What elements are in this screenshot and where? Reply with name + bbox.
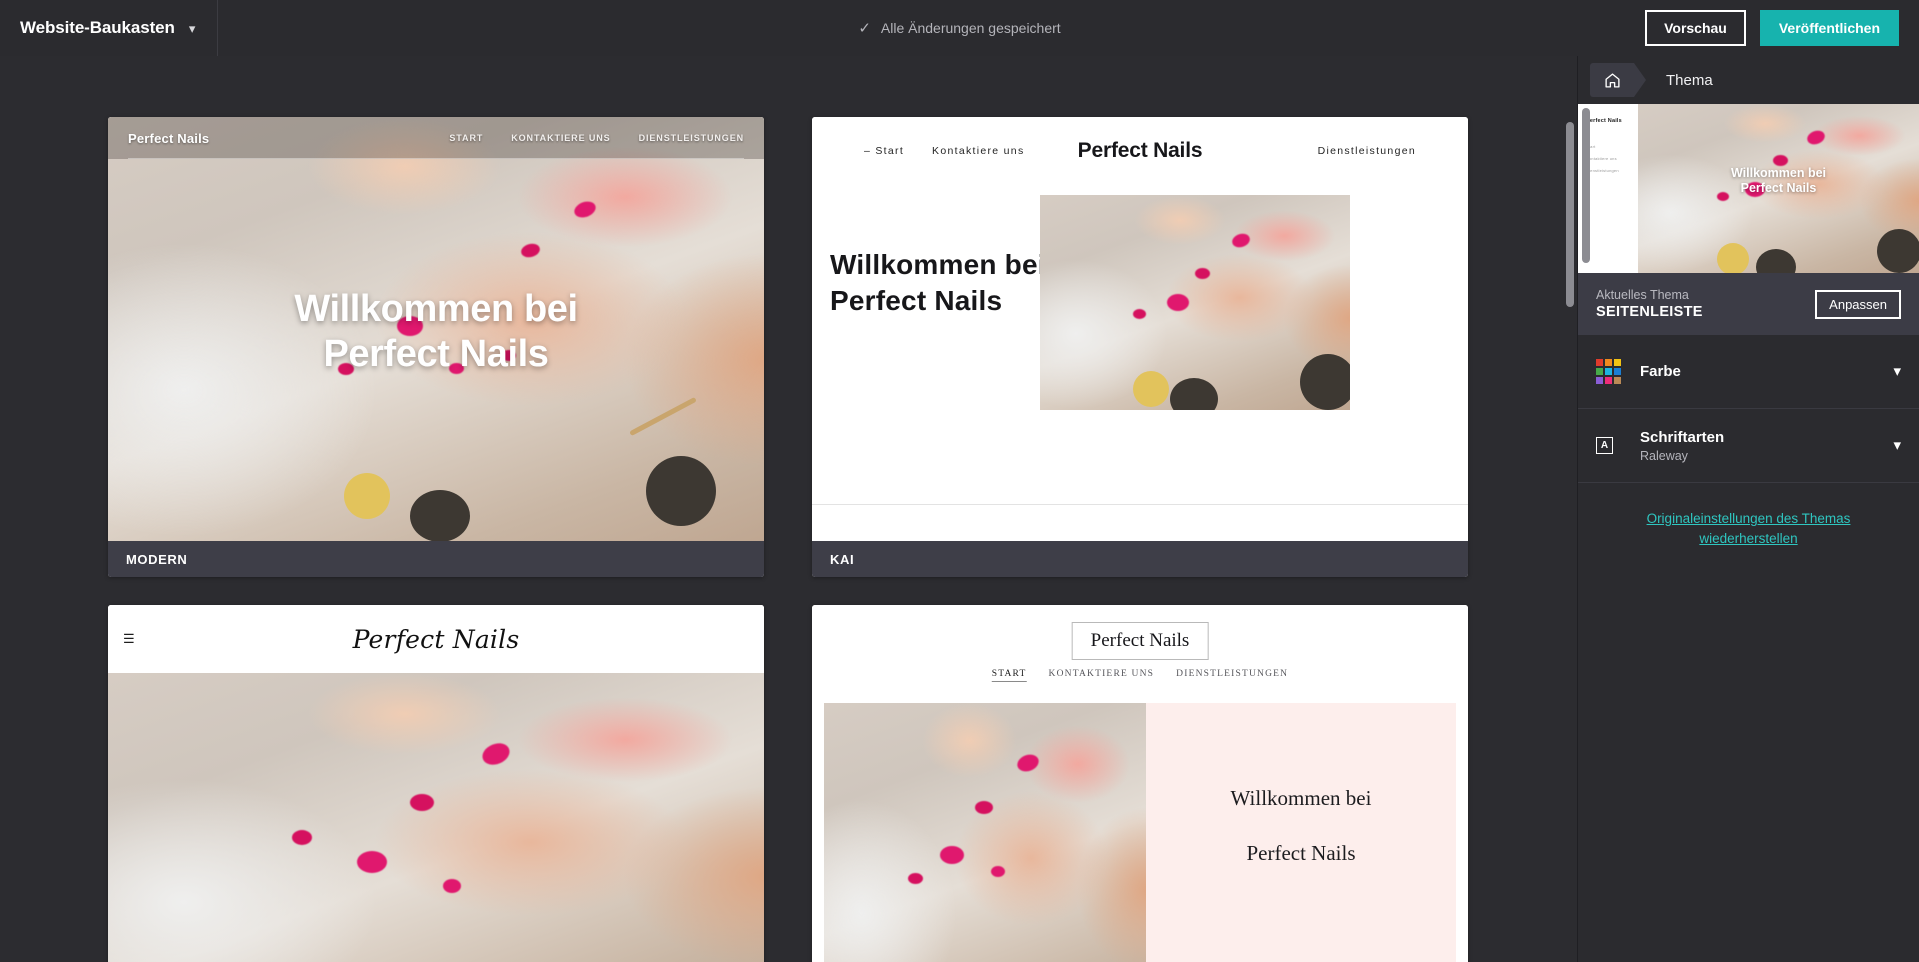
nail-salon-photo — [824, 703, 1146, 962]
publish-button[interactable]: Veröffentlichen — [1759, 10, 1899, 46]
nav-item-start: START — [449, 133, 484, 143]
nav-item-contact: Kontaktiere uns — [1586, 156, 1617, 161]
template-name-kai: KAI — [812, 541, 1468, 577]
app-title: Website-Baukasten — [20, 18, 175, 37]
accordion-row-color[interactable]: Farbe ▾ — [1578, 335, 1919, 409]
chevron-down-icon[interactable]: ▾ — [189, 22, 196, 35]
customize-button[interactable]: Anpassen — [1815, 289, 1901, 319]
divider — [812, 504, 1468, 505]
hero-line-2: Perfect Nails — [1740, 181, 1817, 196]
thumbnail-logo: Perfect Nails — [1586, 118, 1622, 124]
hero-line-2: Perfect Nails — [1246, 840, 1356, 865]
accordion-title-color: Farbe — [1640, 363, 1681, 380]
nav-item-services: DIENSTLEISTUNGEN — [1176, 669, 1289, 679]
template-preview-modern: Perfect Nails START KONTAKTIERE UNS DIEN… — [108, 117, 764, 541]
sidebar-scrollbar[interactable] — [1582, 108, 1590, 263]
template-nav-links: START KONTAKTIERE UNS DIENSTLEISTUNGEN — [449, 133, 744, 143]
current-theme-label: Aktuelles Thema — [1596, 288, 1689, 302]
template-heading-kai: Willkommen bei Perfect Nails — [830, 249, 1046, 316]
template-preview-serif: Perfect Nails START KONTAKTIERE UNS DIEN… — [812, 605, 1468, 962]
current-theme-row: Aktuelles Thema SEITENLEISTE Anpassen — [1578, 273, 1919, 335]
template-logo-box: Perfect Nails — [1071, 622, 1209, 660]
theme-sidebar: Thema Perfect Nails Start Kontaktiere un… — [1577, 56, 1919, 962]
template-logo: Perfect Nails — [1077, 139, 1203, 162]
brand-menu[interactable]: Website-Baukasten ▾ — [0, 0, 218, 56]
hero-text: Willkommen bei Perfect Nails — [1231, 785, 1372, 867]
restore-theme-defaults-link[interactable]: Originaleinstellungen des Themas wiederh… — [1622, 509, 1875, 548]
nav-item-contact: KONTAKTIERE UNS — [1048, 669, 1155, 679]
template-logo: Perfect Nails — [128, 130, 210, 146]
accordion-text-fonts: Schriftarten Raleway — [1640, 429, 1724, 463]
font-icon: A — [1596, 437, 1630, 454]
home-icon[interactable] — [1590, 63, 1646, 97]
save-status: ✓ Alle Änderungen gespeichert — [858, 0, 1060, 56]
thumbnail-hero: Willkommen bei Perfect Nails — [1638, 166, 1919, 197]
theme-thumbnail[interactable]: Perfect Nails Start Kontaktiere uns Dien… — [1578, 104, 1919, 273]
sidebar-header: Thema — [1578, 56, 1919, 104]
template-hero-panel-serif: Willkommen bei Perfect Nails — [1146, 703, 1456, 962]
nav-item-services: DIENSTLEISTUNGEN — [638, 133, 744, 143]
nail-salon-photo — [108, 673, 764, 962]
nail-salon-photo — [1040, 195, 1350, 410]
hero-line-2: Perfect Nails — [323, 332, 549, 375]
chevron-down-icon[interactable]: ▾ — [1893, 364, 1901, 379]
accordion-text-color: Farbe — [1640, 363, 1681, 380]
nav-item-start: Start — [1586, 144, 1596, 149]
template-card-modern[interactable]: Perfect Nails START KONTAKTIERE UNS DIEN… — [108, 117, 764, 577]
template-canvas[interactable]: Perfect Nails START KONTAKTIERE UNS DIEN… — [0, 56, 1577, 962]
thumbnail-nav: Start Kontaktiere uns Dienstleistungen — [1586, 144, 1630, 173]
nav-item-services: Dienstleistungen — [1317, 145, 1416, 157]
color-palette-icon — [1596, 359, 1630, 384]
template-grid: Perfect Nails START KONTAKTIERE UNS DIEN… — [108, 117, 1468, 962]
nav-item-services: Dienstleistungen — [1586, 168, 1619, 173]
template-logo: Perfect Nails — [352, 625, 520, 654]
preview-button[interactable]: Vorschau — [1645, 10, 1746, 46]
template-card-kai[interactable]: – Start Kontaktiere uns Perfect Nails Di… — [812, 117, 1468, 577]
template-nav-kai: – Start Kontaktiere uns Perfect Nails Di… — [812, 117, 1468, 185]
hero-line-1: Willkommen bei — [1230, 786, 1372, 810]
nav-item-start: – Start — [864, 145, 905, 157]
hamburger-icon[interactable]: ☰ — [123, 632, 135, 645]
chevron-down-icon[interactable]: ▾ — [1893, 438, 1901, 453]
nav-item-contact: KONTAKTIERE UNS — [511, 133, 611, 143]
sidebar-title: Thema — [1666, 71, 1713, 89]
hero-line-1: Willkommen bei — [1730, 166, 1827, 180]
top-bar: Website-Baukasten ▾ ✓ Alle Änderungen ge… — [0, 0, 1919, 56]
topbar-actions: Vorschau Veröffentlichen — [1645, 0, 1899, 56]
template-preview-kai: – Start Kontaktiere uns Perfect Nails Di… — [812, 117, 1468, 541]
template-nav-script: ☰ Perfect Nails — [108, 605, 764, 673]
template-card-script[interactable]: ☰ Perfect Nails — [108, 605, 764, 962]
canvas-scrollbar[interactable] — [1566, 122, 1574, 307]
restore-link-wrap: Originaleinstellungen des Themas wiederh… — [1578, 483, 1919, 548]
current-theme-text: Aktuelles Thema SEITENLEISTE — [1596, 288, 1703, 320]
template-name-modern: MODERN — [108, 541, 764, 577]
template-preview-script: ☰ Perfect Nails — [108, 605, 764, 962]
current-theme-name: SEITENLEISTE — [1596, 304, 1703, 320]
template-hero-modern: Willkommen bei Perfect Nails — [108, 287, 764, 377]
accordion-row-fonts[interactable]: A Schriftarten Raleway ▾ — [1578, 409, 1919, 483]
hero-line-1: Willkommen bei — [294, 288, 578, 330]
template-card-serif[interactable]: Perfect Nails START KONTAKTIERE UNS DIEN… — [812, 605, 1468, 962]
nail-salon-photo: Willkommen bei Perfect Nails — [1638, 104, 1919, 273]
nav-item-start: START — [991, 669, 1027, 682]
check-icon: ✓ — [858, 19, 871, 37]
accordion-subtitle-font-name: Raleway — [1640, 448, 1688, 463]
accordion-title-fonts: Schriftarten — [1640, 428, 1725, 446]
template-logo: Perfect Nails — [1090, 630, 1190, 651]
template-nav-serif: START KONTAKTIERE UNS DIENSTLEISTUNGEN — [991, 669, 1289, 682]
template-nav-modern: Perfect Nails START KONTAKTIERE UNS DIEN… — [108, 117, 764, 159]
nav-item-contact: Kontaktiere uns — [932, 145, 1025, 157]
save-status-label: Alle Änderungen gespeichert — [880, 20, 1061, 36]
